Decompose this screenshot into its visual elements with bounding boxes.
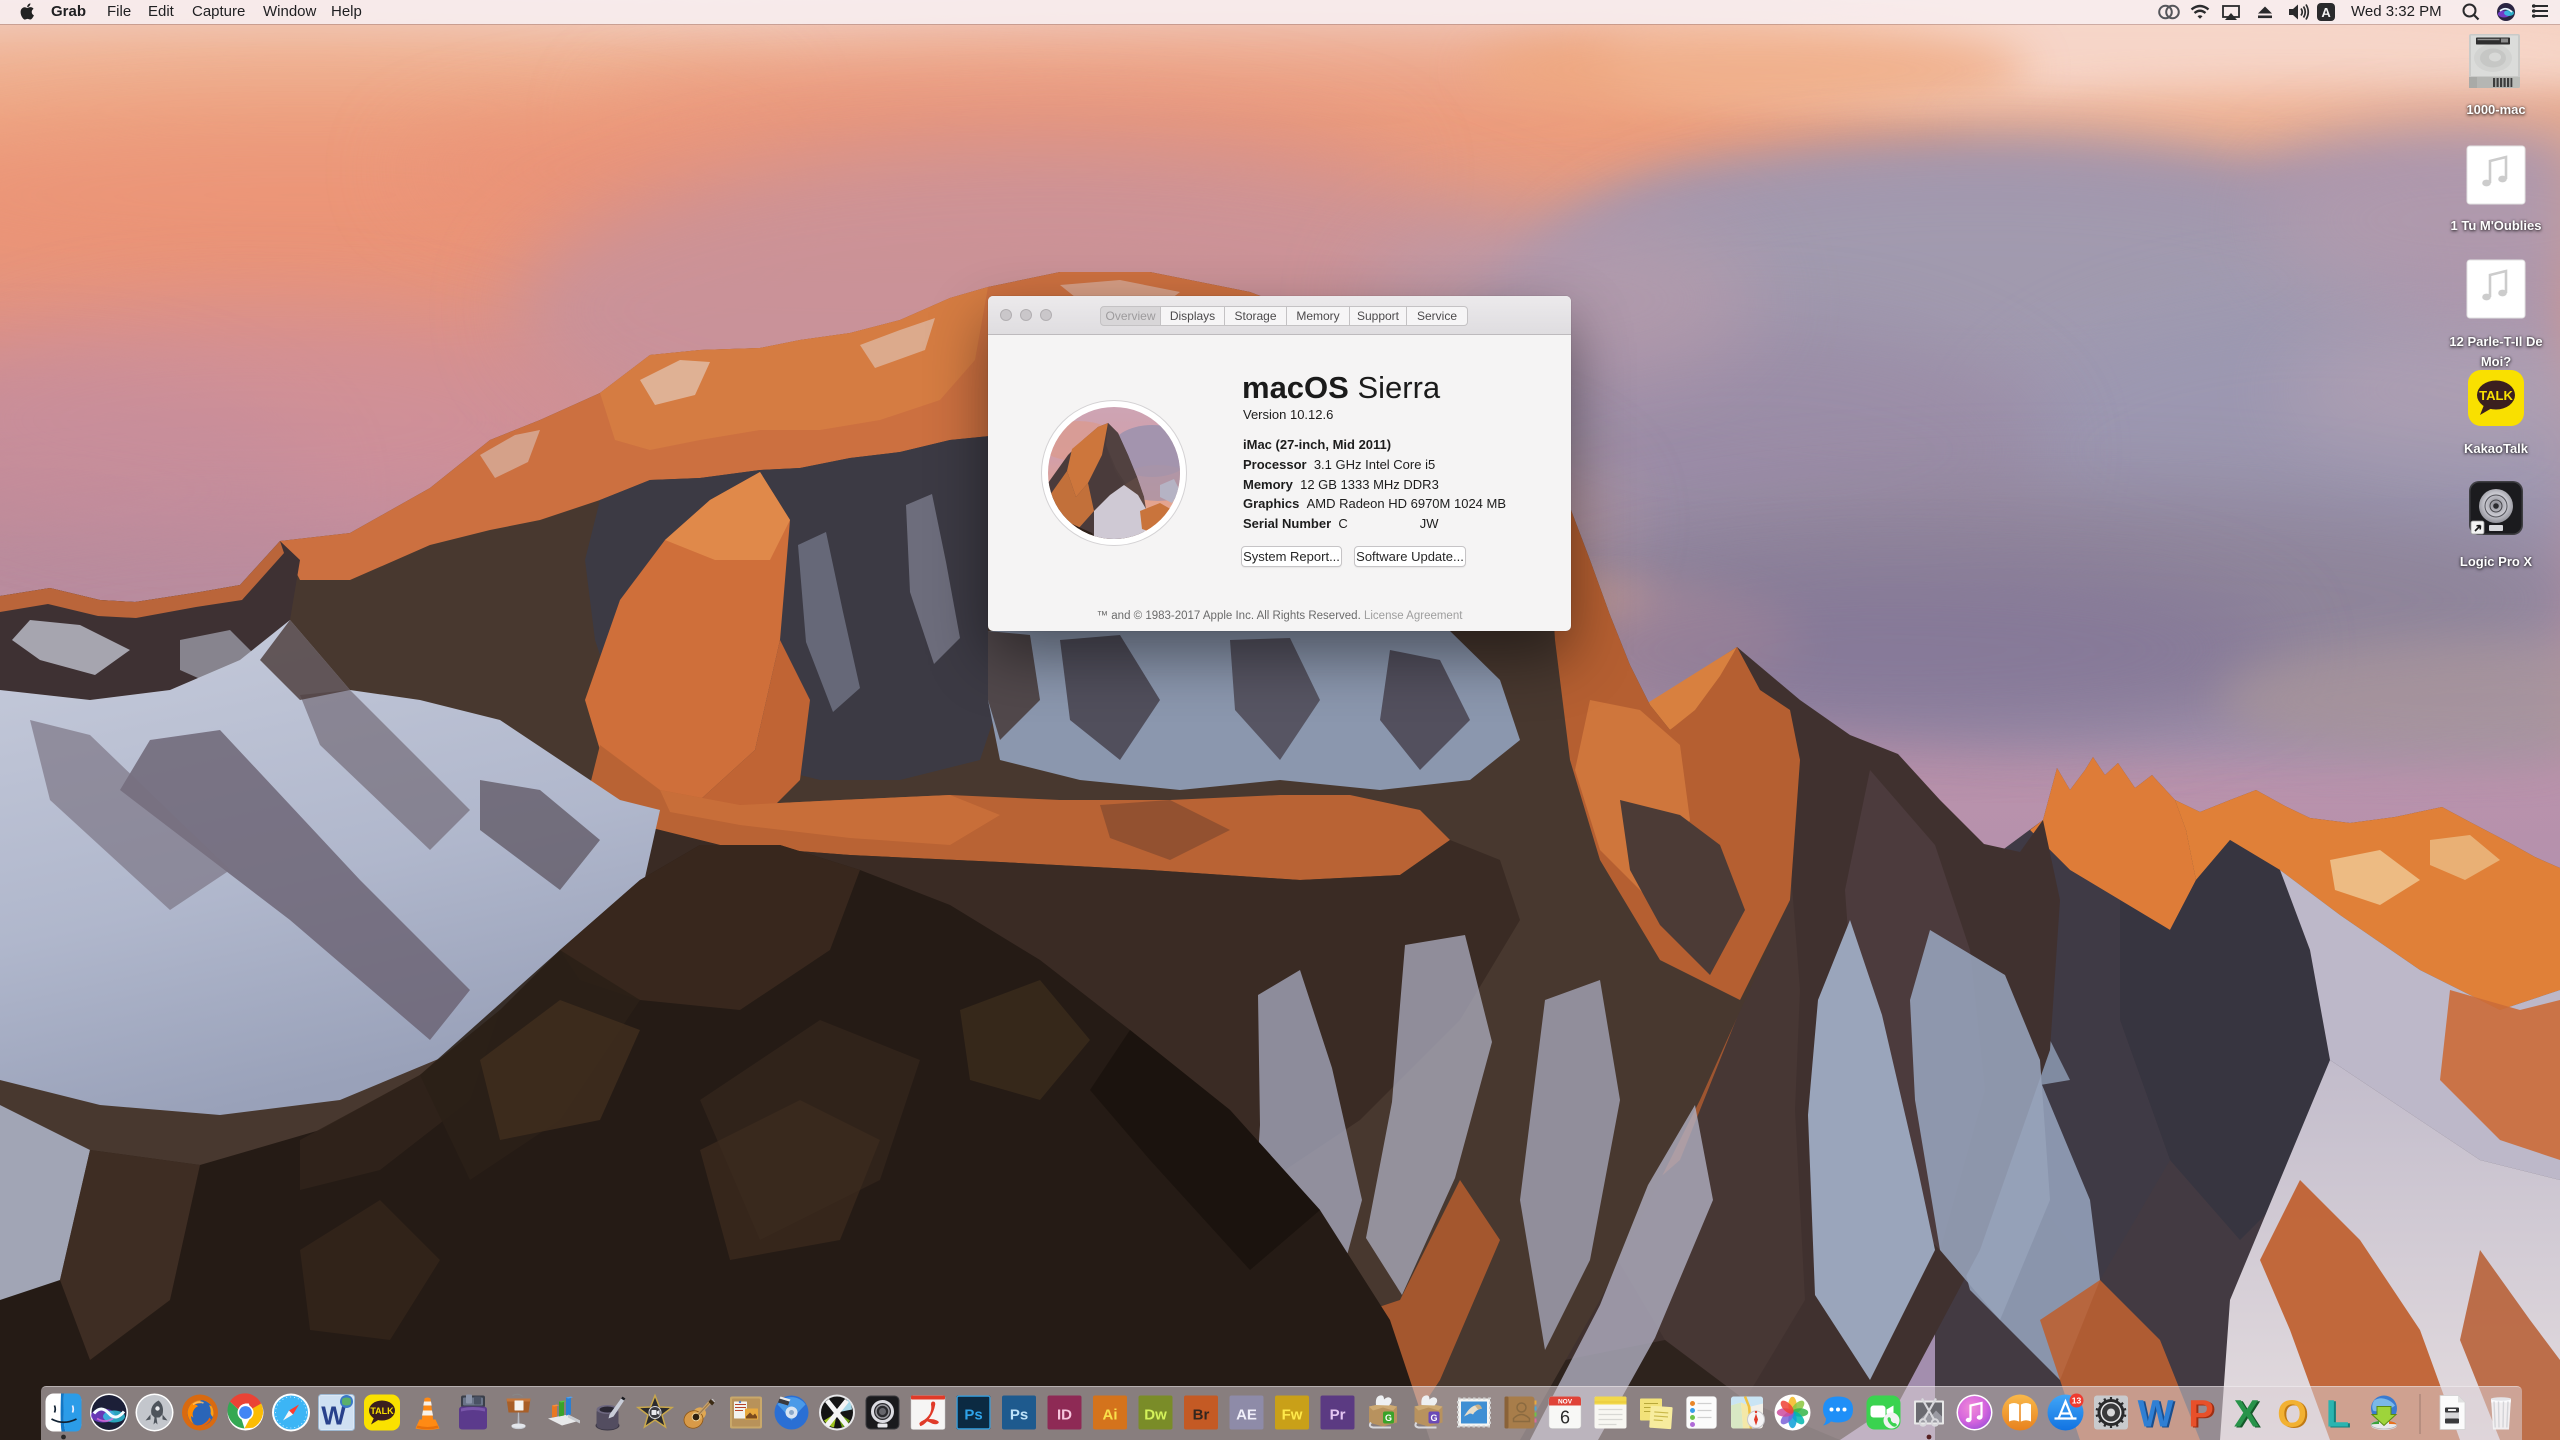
svg-text:G: G (1385, 1413, 1392, 1423)
svg-text:Fw: Fw (1282, 1407, 1303, 1424)
svg-text:Br: Br (1193, 1407, 1210, 1424)
svg-text:P: P (2188, 1394, 2213, 1436)
svg-text:AE: AE (1236, 1407, 1257, 1424)
svg-text:L: L (2326, 1394, 2349, 1436)
svg-text:ID: ID (1057, 1407, 1072, 1424)
svg-text:Ps: Ps (1010, 1407, 1028, 1424)
svg-text:Dw: Dw (1144, 1407, 1167, 1424)
svg-text:X: X (2234, 1394, 2260, 1436)
svg-text:Pr: Pr (1330, 1407, 1346, 1424)
svg-text:13: 13 (2072, 1396, 2082, 1406)
svg-text:A: A (2321, 5, 2331, 20)
svg-text:Ai: Ai (1103, 1407, 1118, 1424)
svg-text:NOV: NOV (1558, 1399, 1573, 1406)
svg-text:TALK: TALK (370, 1406, 394, 1416)
svg-text:G: G (1430, 1413, 1437, 1423)
svg-text:Ps: Ps (964, 1407, 982, 1424)
svg-text:W: W (2138, 1394, 2174, 1436)
svg-text:O: O (2277, 1394, 2307, 1436)
svg-text:6: 6 (1560, 1408, 1570, 1428)
